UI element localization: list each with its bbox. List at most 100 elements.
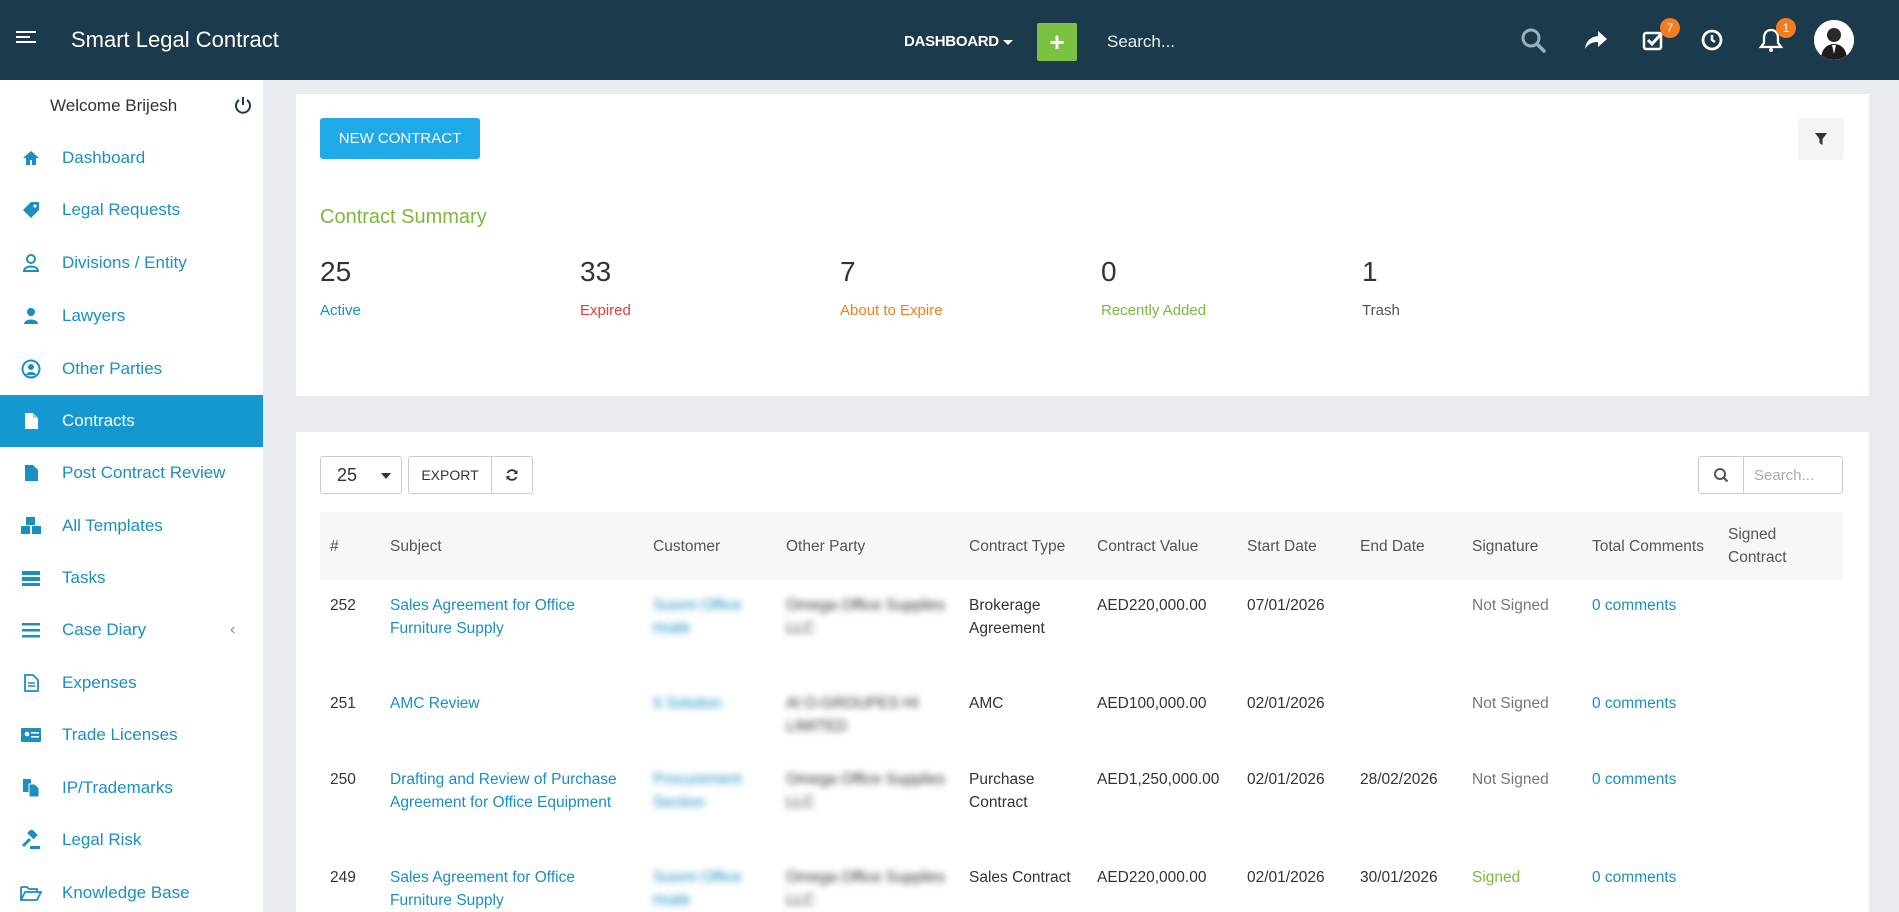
sidebar-item-other-parties[interactable]: Other Parties — [0, 343, 263, 395]
app-title: Smart Legal Contract — [71, 27, 279, 52]
col-header-total-comments[interactable]: Total Comments — [1582, 512, 1718, 580]
sidebar-item-dashboard[interactable]: Dashboard — [0, 132, 263, 184]
cell-comments-link[interactable]: 0 comments — [1582, 580, 1718, 678]
user-avatar[interactable] — [1814, 20, 1854, 60]
cell-customer-link[interactable]: It Solution — [643, 678, 776, 754]
cell-signed-contract — [1718, 678, 1843, 754]
stat-value: 0 — [1101, 256, 1117, 287]
sidebar-item-knowledge-base[interactable]: Knowledge Base — [0, 867, 263, 912]
new-contract-button[interactable]: NEW CONTRACT — [320, 118, 480, 159]
col-header-signature[interactable]: Signature — [1462, 512, 1582, 580]
sidebar-item-ip-trademarks[interactable]: IP/Trademarks — [0, 762, 263, 814]
sidebar-item-tasks[interactable]: Tasks — [0, 552, 263, 604]
stat-value: 1 — [1362, 256, 1378, 287]
col-header-id[interactable]: # — [320, 512, 380, 580]
cell-comments-link[interactable]: 0 comments — [1582, 678, 1718, 754]
sidebar-item-label: Contracts — [62, 411, 135, 430]
file-icon — [20, 462, 42, 484]
cell-id: 252 — [330, 597, 356, 614]
chevron-left-icon: ‹ — [230, 621, 236, 638]
col-header-contract-value[interactable]: Contract Value — [1087, 512, 1237, 580]
sidebar-item-post-contract-review[interactable]: Post Contract Review — [0, 447, 263, 499]
cell-contract-value: AED1,250,000.00 — [1097, 771, 1220, 788]
contracts-table: # Subject Customer Other Party Contract … — [320, 512, 1843, 912]
stat-active[interactable]: 25 Active — [320, 256, 361, 319]
cell-customer-link[interactable]: Suomi Office Hubb — [643, 580, 776, 678]
sidebar-item-label: Expenses — [62, 673, 137, 692]
stat-label: Trash — [1362, 302, 1400, 319]
cell-subject-link[interactable]: Drafting and Review of Purchase Agreemen… — [380, 754, 643, 852]
table-search-input[interactable] — [1743, 456, 1843, 494]
filter-button[interactable] — [1798, 118, 1844, 160]
share-icon[interactable] — [1583, 27, 1609, 53]
col-header-contract-type[interactable]: Contract Type — [959, 512, 1087, 580]
sidebar-item-trade-licenses[interactable]: Trade Licenses — [0, 709, 263, 761]
col-header-start-date[interactable]: Start Date — [1237, 512, 1350, 580]
cell-contract-value: AED100,000.00 — [1097, 695, 1207, 712]
col-header-subject[interactable]: Subject — [380, 512, 643, 580]
sidebar-item-case-diary[interactable]: Case Diary ‹ — [0, 604, 263, 656]
copy-icon — [20, 777, 42, 799]
sidebar-item-legal-requests[interactable]: Legal Requests — [0, 184, 263, 236]
cell-comments-link[interactable]: 0 comments — [1582, 852, 1718, 912]
stat-about-to-expire[interactable]: 7 About to Expire — [840, 256, 943, 319]
table-row: 252 Sales Agreement for Office Furniture… — [320, 580, 1843, 678]
cell-contract-type: Purchase Contract — [969, 771, 1035, 811]
sidebar-item-expenses[interactable]: Expenses — [0, 657, 263, 709]
cell-signed-contract — [1718, 580, 1843, 678]
caret-down-icon — [381, 473, 391, 479]
sidebar-item-label: Divisions / Entity — [62, 253, 187, 272]
table-row: 249 Sales Agreement for Office Furniture… — [320, 852, 1843, 912]
sidebar-item-label: IP/Trademarks — [62, 778, 173, 797]
sidebar-item-lawyers[interactable]: Lawyers — [0, 290, 263, 342]
power-icon[interactable] — [234, 96, 252, 114]
cell-end-date: 28/02/2026 — [1360, 771, 1438, 788]
stat-trash[interactable]: 1 Trash — [1362, 256, 1400, 319]
cell-other-party: Al O-GROUPES HI LIMITED — [786, 695, 919, 735]
cell-customer-link[interactable]: Procurement Section — [643, 754, 776, 852]
cell-signed-contract — [1718, 754, 1843, 852]
sidebar-item-label: Dashboard — [62, 148, 146, 167]
stat-recently-added[interactable]: 0 Recently Added — [1101, 256, 1206, 319]
sidebar-item-contracts[interactable]: Contracts — [0, 395, 263, 447]
menu-toggle-icon[interactable] — [16, 31, 36, 47]
cell-id: 250 — [330, 771, 356, 788]
cell-comments-link[interactable]: 0 comments — [1582, 754, 1718, 852]
table-row: 250 Drafting and Review of Purchase Agre… — [320, 754, 1843, 852]
stat-value: 7 — [840, 256, 856, 287]
sidebar-item-legal-risk[interactable]: Legal Risk — [0, 814, 263, 866]
home-icon — [20, 147, 42, 169]
dashboard-dropdown[interactable]: DASHBOARD — [904, 33, 1013, 50]
col-header-customer[interactable]: Customer — [643, 512, 776, 580]
table-search-icon — [1698, 456, 1744, 494]
col-header-end-date[interactable]: End Date — [1350, 512, 1462, 580]
tasks-icon — [20, 567, 42, 589]
table-header-row: # Subject Customer Other Party Contract … — [320, 512, 1843, 580]
cell-contract-type: Sales Contract — [969, 869, 1071, 886]
cubes-icon — [20, 515, 42, 537]
cell-signature: Not Signed — [1472, 695, 1549, 712]
sidebar-item-all-templates[interactable]: All Templates — [0, 500, 263, 552]
clock-icon[interactable] — [1699, 27, 1725, 53]
search-icon[interactable] — [1520, 27, 1546, 53]
cell-subject-link[interactable]: Sales Agreement for Office Furniture Sup… — [380, 580, 643, 678]
cell-end-date: 30/01/2026 — [1360, 869, 1438, 886]
page-size-value: 25 — [337, 465, 358, 485]
cell-other-party: Omega Office Supplies LLC — [786, 869, 946, 909]
page-size-select[interactable]: 25 — [320, 456, 402, 494]
stat-expired[interactable]: 33 Expired — [580, 256, 631, 319]
tag-icon — [20, 199, 42, 221]
avatar-image — [1814, 20, 1854, 60]
refresh-button[interactable] — [491, 456, 533, 494]
cell-subject-link[interactable]: AMC Review — [380, 678, 643, 754]
col-header-other-party[interactable]: Other Party — [776, 512, 959, 580]
quick-add-button[interactable]: + — [1037, 23, 1077, 61]
cell-customer-link[interactable]: Suomi Office Hubb — [643, 852, 776, 912]
sidebar-item-divisions[interactable]: Divisions / Entity — [0, 237, 263, 289]
contract-summary-card: NEW CONTRACT Contract Summary 25 Active … — [296, 94, 1869, 396]
col-header-signed-contract[interactable]: Signed Contract — [1718, 512, 1843, 580]
cell-subject-link[interactable]: Sales Agreement for Office Furniture Sup… — [380, 852, 643, 912]
global-search-input[interactable] — [1100, 22, 1500, 62]
export-button[interactable]: EXPORT — [408, 456, 492, 494]
stat-label: Expired — [580, 302, 631, 319]
